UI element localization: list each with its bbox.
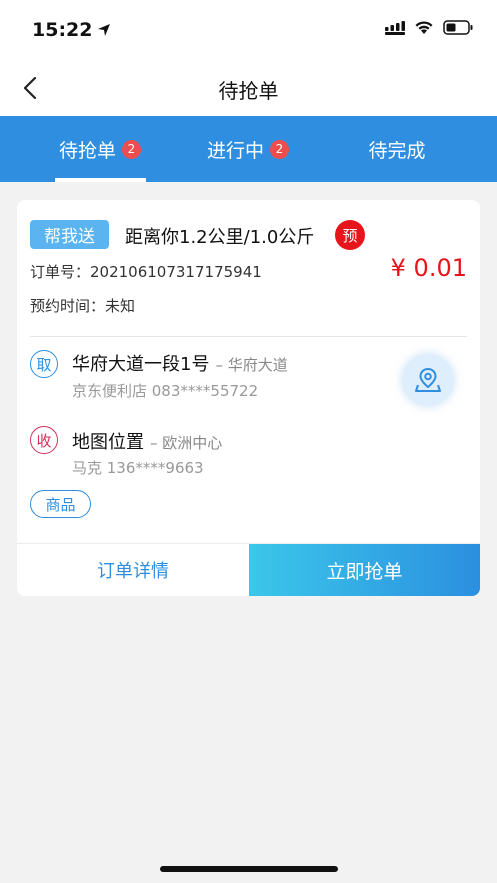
tab-waiting[interactable]: 待抢单 2: [40, 116, 160, 182]
clock-text: 15:22: [32, 19, 93, 41]
wifi-icon: [415, 21, 433, 34]
order-card[interactable]: 帮我送 距离你1.2公里/1.0公斤 预 订单号：202106107317175…: [17, 200, 480, 596]
tab-count-badge: 2: [122, 139, 141, 159]
tab-in-progress[interactable]: 进行中 2: [188, 116, 308, 182]
tab-label: 进行中: [206, 139, 264, 162]
tab-count-badge: 2: [270, 139, 289, 159]
grab-order-button[interactable]: 立即抢单: [249, 544, 480, 596]
pickup-address-area: – 华府大道: [215, 356, 288, 374]
receive-marker: 收: [30, 426, 58, 454]
battery-icon: [443, 20, 473, 35]
status-icons: [385, 20, 473, 35]
page-title: 待抢单: [218, 79, 279, 103]
cellular-signal-icon: [385, 20, 405, 35]
pickup-marker: 取: [30, 350, 58, 378]
appointment-time: 预约时间：未知: [30, 297, 136, 315]
status-time: 15:22: [32, 19, 111, 41]
divider: [30, 336, 467, 337]
active-tab-indicator: [55, 178, 146, 182]
goods-tag: 商品: [30, 490, 91, 518]
receive-contact: 马克 136****9663: [72, 459, 204, 477]
order-price: ¥ 0.01: [390, 254, 467, 282]
tab-label: 待完成: [368, 139, 426, 162]
map-location-button[interactable]: [403, 355, 453, 405]
order-number: 订单号：2021061073171759​41: [30, 263, 262, 281]
status-bar: 15:22: [0, 0, 497, 60]
receive-address-main: 地图位置: [72, 432, 144, 453]
map-pin-icon: [415, 367, 441, 392]
receive-address-area: – 欧洲中心: [150, 434, 223, 452]
pickup-address-main: 华府大道一段1号: [72, 354, 210, 375]
tab-to-complete[interactable]: 待完成: [337, 116, 457, 182]
location-arrow-icon: [98, 24, 111, 36]
order-detail-button[interactable]: 订单详情: [17, 544, 249, 596]
service-type-tag: 帮我送: [30, 220, 109, 249]
reservation-badge: 预: [335, 220, 365, 250]
tab-label: 待抢单: [58, 139, 116, 162]
pickup-address: 华府大道一段1号 – 华府大道: [72, 350, 288, 376]
nav-bar: 待抢单: [0, 60, 497, 116]
home-indicator[interactable]: [160, 866, 338, 872]
distance-weight-text: 距离你1.2公里/1.0公斤: [125, 227, 315, 248]
tab-bar: 待抢单 2 进行中 2 待完成: [0, 116, 497, 182]
pickup-contact: 京东便利店 083****55722: [72, 382, 259, 400]
receive-address: 地图位置 – 欧洲中心: [72, 428, 222, 454]
